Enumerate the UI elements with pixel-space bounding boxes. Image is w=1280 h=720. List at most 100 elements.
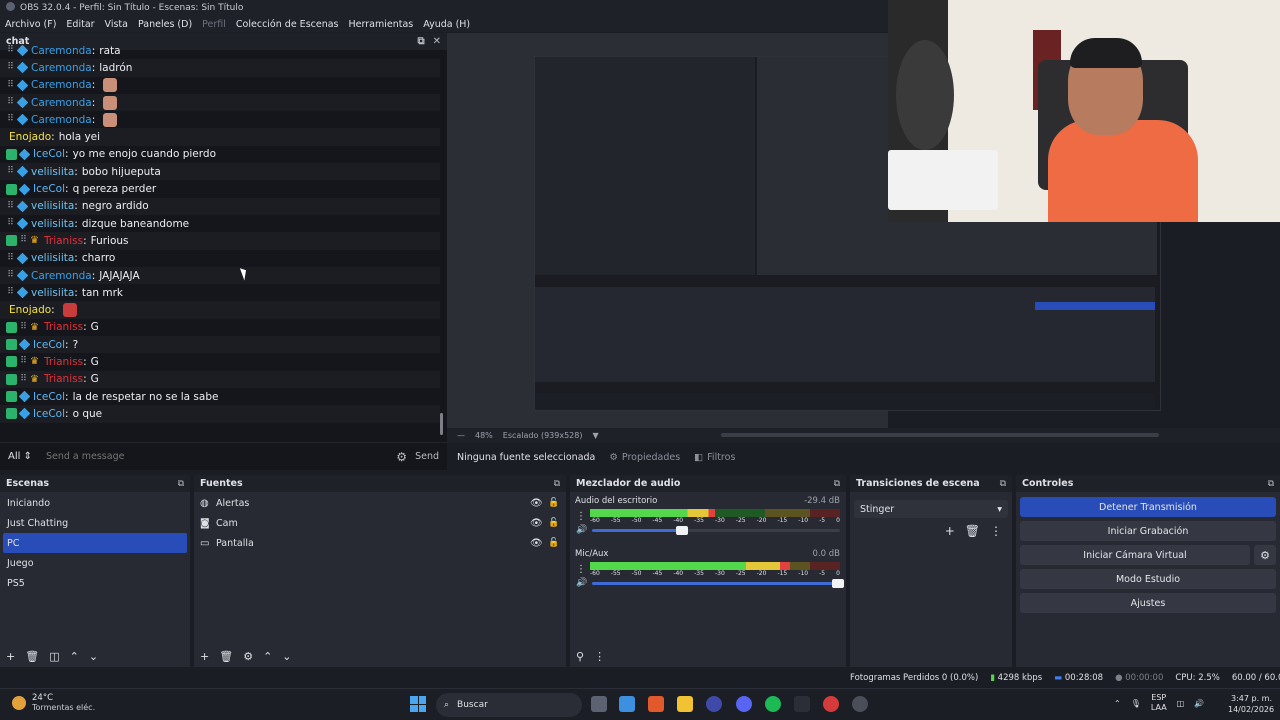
menu-item-3[interactable]: Paneles (D) <box>138 19 192 30</box>
chat-username[interactable]: Enojado <box>9 131 51 143</box>
add-transition-icon[interactable]: + <box>945 524 955 538</box>
scene-item[interactable]: Iniciando <box>0 493 190 513</box>
advanced-audio-icon[interactable]: ⚲ <box>576 650 584 663</box>
scene-item[interactable]: Juego <box>0 553 190 573</box>
source-item[interactable]: ◙ Cam 👁 🔓 <box>194 513 564 533</box>
chat-username[interactable]: Caremonda <box>31 79 92 91</box>
chat-username[interactable]: IceCol <box>33 183 65 195</box>
scene-filters-icon[interactable]: ◫ <box>49 650 59 663</box>
chat-username[interactable]: Caremonda <box>31 114 92 126</box>
speaker-icon[interactable]: 🔊 <box>576 525 587 535</box>
windows-start-icon[interactable] <box>410 696 426 712</box>
network-icon[interactable]: ◫ <box>1177 699 1185 708</box>
file-explorer-icon[interactable] <box>677 696 693 712</box>
visibility-eye-icon[interactable]: 👁 <box>530 538 543 549</box>
chat-username[interactable]: Trianiss <box>44 356 83 368</box>
menu-item-1[interactable]: Editar <box>66 19 94 30</box>
taskbar-clock[interactable]: 3:47 p. m. 14/02/2026 <box>1228 693 1274 715</box>
add-scene-icon[interactable]: + <box>6 650 15 663</box>
scene-item[interactable]: PC <box>3 533 187 553</box>
move-up-icon[interactable]: ⌃ <box>263 650 272 663</box>
channel-menu-icon[interactable]: ⋮ <box>576 511 586 522</box>
chat-username[interactable]: Trianiss <box>44 373 83 385</box>
chat-username[interactable]: veliisiita <box>31 287 74 299</box>
menu-item-2[interactable]: Vista <box>105 19 128 30</box>
properties-button[interactable]: ⚙ Propiedades <box>609 452 680 463</box>
chat-scrollbar[interactable] <box>440 413 443 435</box>
chat-settings-gear-icon[interactable]: ⚙ <box>396 450 407 464</box>
visibility-eye-icon[interactable]: 👁 <box>530 498 543 509</box>
chat-username[interactable]: Caremonda <box>31 62 92 74</box>
float-dock-icon[interactable]: ⧉ <box>1000 479 1006 489</box>
scene-item[interactable]: Just Chatting <box>0 513 190 533</box>
chat-username[interactable]: Caremonda <box>31 97 92 109</box>
studio-mode-button[interactable]: Modo Estudio <box>1020 569 1276 589</box>
zoom-minus-icon[interactable]: — <box>457 431 465 440</box>
remove-source-icon[interactable]: 🗑 <box>219 650 233 663</box>
chat-username[interactable]: Trianiss <box>44 321 83 333</box>
virtual-cam-settings-gear-icon[interactable]: ⚙ <box>1254 545 1276 565</box>
chat-username[interactable]: IceCol <box>33 339 65 351</box>
speaker-icon[interactable]: 🔊 <box>576 578 587 588</box>
lock-icon[interactable]: 🔓 <box>548 498 559 508</box>
menu-item-0[interactable]: Archivo (F) <box>5 19 56 30</box>
chat-username[interactable]: IceCol <box>33 391 65 403</box>
lock-icon[interactable]: 🔓 <box>548 518 559 528</box>
chat-username[interactable]: veliisiita <box>31 252 74 264</box>
source-properties-gear-icon[interactable]: ⚙ <box>243 650 253 663</box>
menu-item-5[interactable]: Colección de Escenas <box>236 19 339 30</box>
chat-username[interactable]: IceCol <box>33 408 65 420</box>
chat-username[interactable]: veliisiita <box>31 200 74 212</box>
chat-username[interactable]: Trianiss <box>44 235 83 247</box>
brave-browser-icon[interactable] <box>648 696 664 712</box>
remove-scene-icon[interactable]: 🗑 <box>25 650 39 663</box>
chat-username[interactable]: Caremonda <box>31 45 92 57</box>
tray-overflow-icon[interactable]: ⌃ <box>1114 699 1121 708</box>
weather-widget[interactable]: 24°C Tormentas eléc. <box>12 693 95 712</box>
visibility-eye-icon[interactable]: 👁 <box>530 518 543 529</box>
float-dock-icon[interactable]: ⧉ <box>834 479 840 489</box>
copilot-icon[interactable] <box>619 696 635 712</box>
channel-menu-icon[interactable]: ⋮ <box>576 564 586 575</box>
red-app-icon[interactable] <box>823 696 839 712</box>
zoom-scale[interactable]: Escalado (939x528) <box>503 431 583 440</box>
app-circle-icon[interactable] <box>706 696 722 712</box>
chat-message-input[interactable] <box>39 451 389 462</box>
audio-app-icon[interactable] <box>794 696 810 712</box>
start-recording-button[interactable]: Iniciar Grabación <box>1020 521 1276 541</box>
volume-slider-knob[interactable] <box>675 526 688 535</box>
menu-item-6[interactable]: Herramientas <box>349 19 414 30</box>
preview-horizontal-scrollbar[interactable] <box>721 433 1159 437</box>
lock-icon[interactable]: 🔓 <box>548 538 559 548</box>
move-down-icon[interactable]: ⌄ <box>282 650 291 663</box>
settings-button[interactable]: Ajustes <box>1020 593 1276 613</box>
menu-item-7[interactable]: Ayuda (H) <box>423 19 470 30</box>
filters-button[interactable]: ◧ Filtros <box>694 452 735 463</box>
volume-icon[interactable]: 🔊 <box>1194 699 1204 708</box>
chat-username[interactable]: Caremonda <box>31 270 92 282</box>
float-dock-icon[interactable]: ⧉ <box>554 479 560 489</box>
chat-username[interactable]: Enojado <box>9 304 51 316</box>
transition-select[interactable]: Stinger ▾ <box>854 500 1008 518</box>
zoom-level[interactable]: 48% <box>475 431 493 440</box>
volume-slider-knob[interactable] <box>832 579 844 588</box>
chat-filter-select[interactable]: All ⇕ <box>8 451 32 462</box>
volume-slider[interactable] <box>592 526 840 535</box>
start-virtual-cam-button[interactable]: Iniciar Cámara Virtual <box>1020 545 1250 565</box>
language-indicator[interactable]: ESP LAA <box>1151 693 1167 713</box>
obs-taskbar-icon[interactable] <box>852 696 868 712</box>
discord-icon[interactable] <box>736 696 752 712</box>
spotify-icon[interactable] <box>765 696 781 712</box>
move-down-icon[interactable]: ⌄ <box>89 650 98 663</box>
microphone-icon[interactable]: 🎙 <box>1131 699 1141 708</box>
taskbar-search[interactable]: ⌕ Buscar <box>436 693 582 717</box>
source-item[interactable]: ▭ Pantalla 👁 🔓 <box>194 533 564 553</box>
source-item[interactable]: ◍ Alertas 👁 🔓 <box>194 493 564 513</box>
add-source-icon[interactable]: + <box>200 650 209 663</box>
float-dock-icon[interactable]: ⧉ <box>1268 479 1274 489</box>
scene-item[interactable]: PS5 <box>0 573 190 593</box>
chat-message-list[interactable]: ⠿ Caremonda: rata ⠿ Caremonda: ladrón ⠿ Caremon… <box>0 42 440 432</box>
float-dock-icon[interactable]: ⧉ <box>178 479 184 489</box>
remove-transition-icon[interactable]: 🗑 <box>965 524 980 538</box>
menu-item-4[interactable]: Perfil <box>202 19 226 30</box>
